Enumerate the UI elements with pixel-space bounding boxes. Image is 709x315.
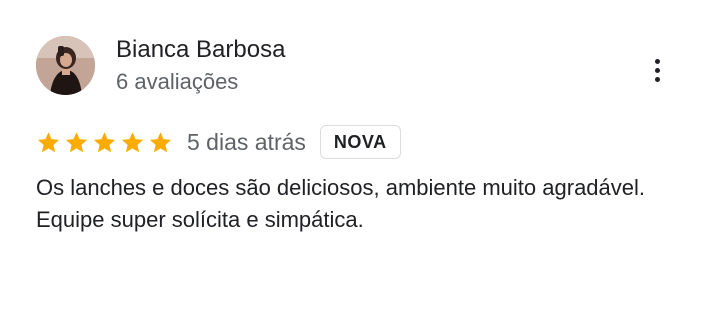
new-badge: NOVA	[319, 125, 401, 159]
review-text-line: Os lanches e doces são deliciosos, ambie…	[36, 175, 646, 200]
rating-row: 5 dias atrás NOVA	[36, 124, 401, 160]
star-icon	[64, 130, 89, 155]
more-vert-icon	[654, 58, 660, 64]
star-icon	[36, 130, 61, 155]
more-options-button[interactable]	[641, 52, 673, 88]
author-review-count[interactable]: 6 avaliações	[116, 68, 238, 96]
more-vert-icon-dot	[654, 67, 660, 73]
star-icon	[120, 130, 145, 155]
review-card: Bianca Barbosa 6 avaliações 5 dias atrás…	[0, 0, 709, 315]
review-text: Os lanches e doces são deliciosos, ambie…	[36, 172, 676, 236]
review-date: 5 dias atrás	[187, 128, 306, 155]
avatar[interactable]	[36, 36, 95, 95]
star-rating	[36, 130, 173, 155]
star-icon	[92, 130, 117, 155]
author-name[interactable]: Bianca Barbosa	[116, 35, 285, 65]
avatar-photo	[36, 36, 95, 95]
review-text-line: Equipe super solícita e simpática.	[36, 207, 364, 232]
more-vert-icon-dot	[654, 76, 660, 82]
star-icon	[148, 130, 173, 155]
